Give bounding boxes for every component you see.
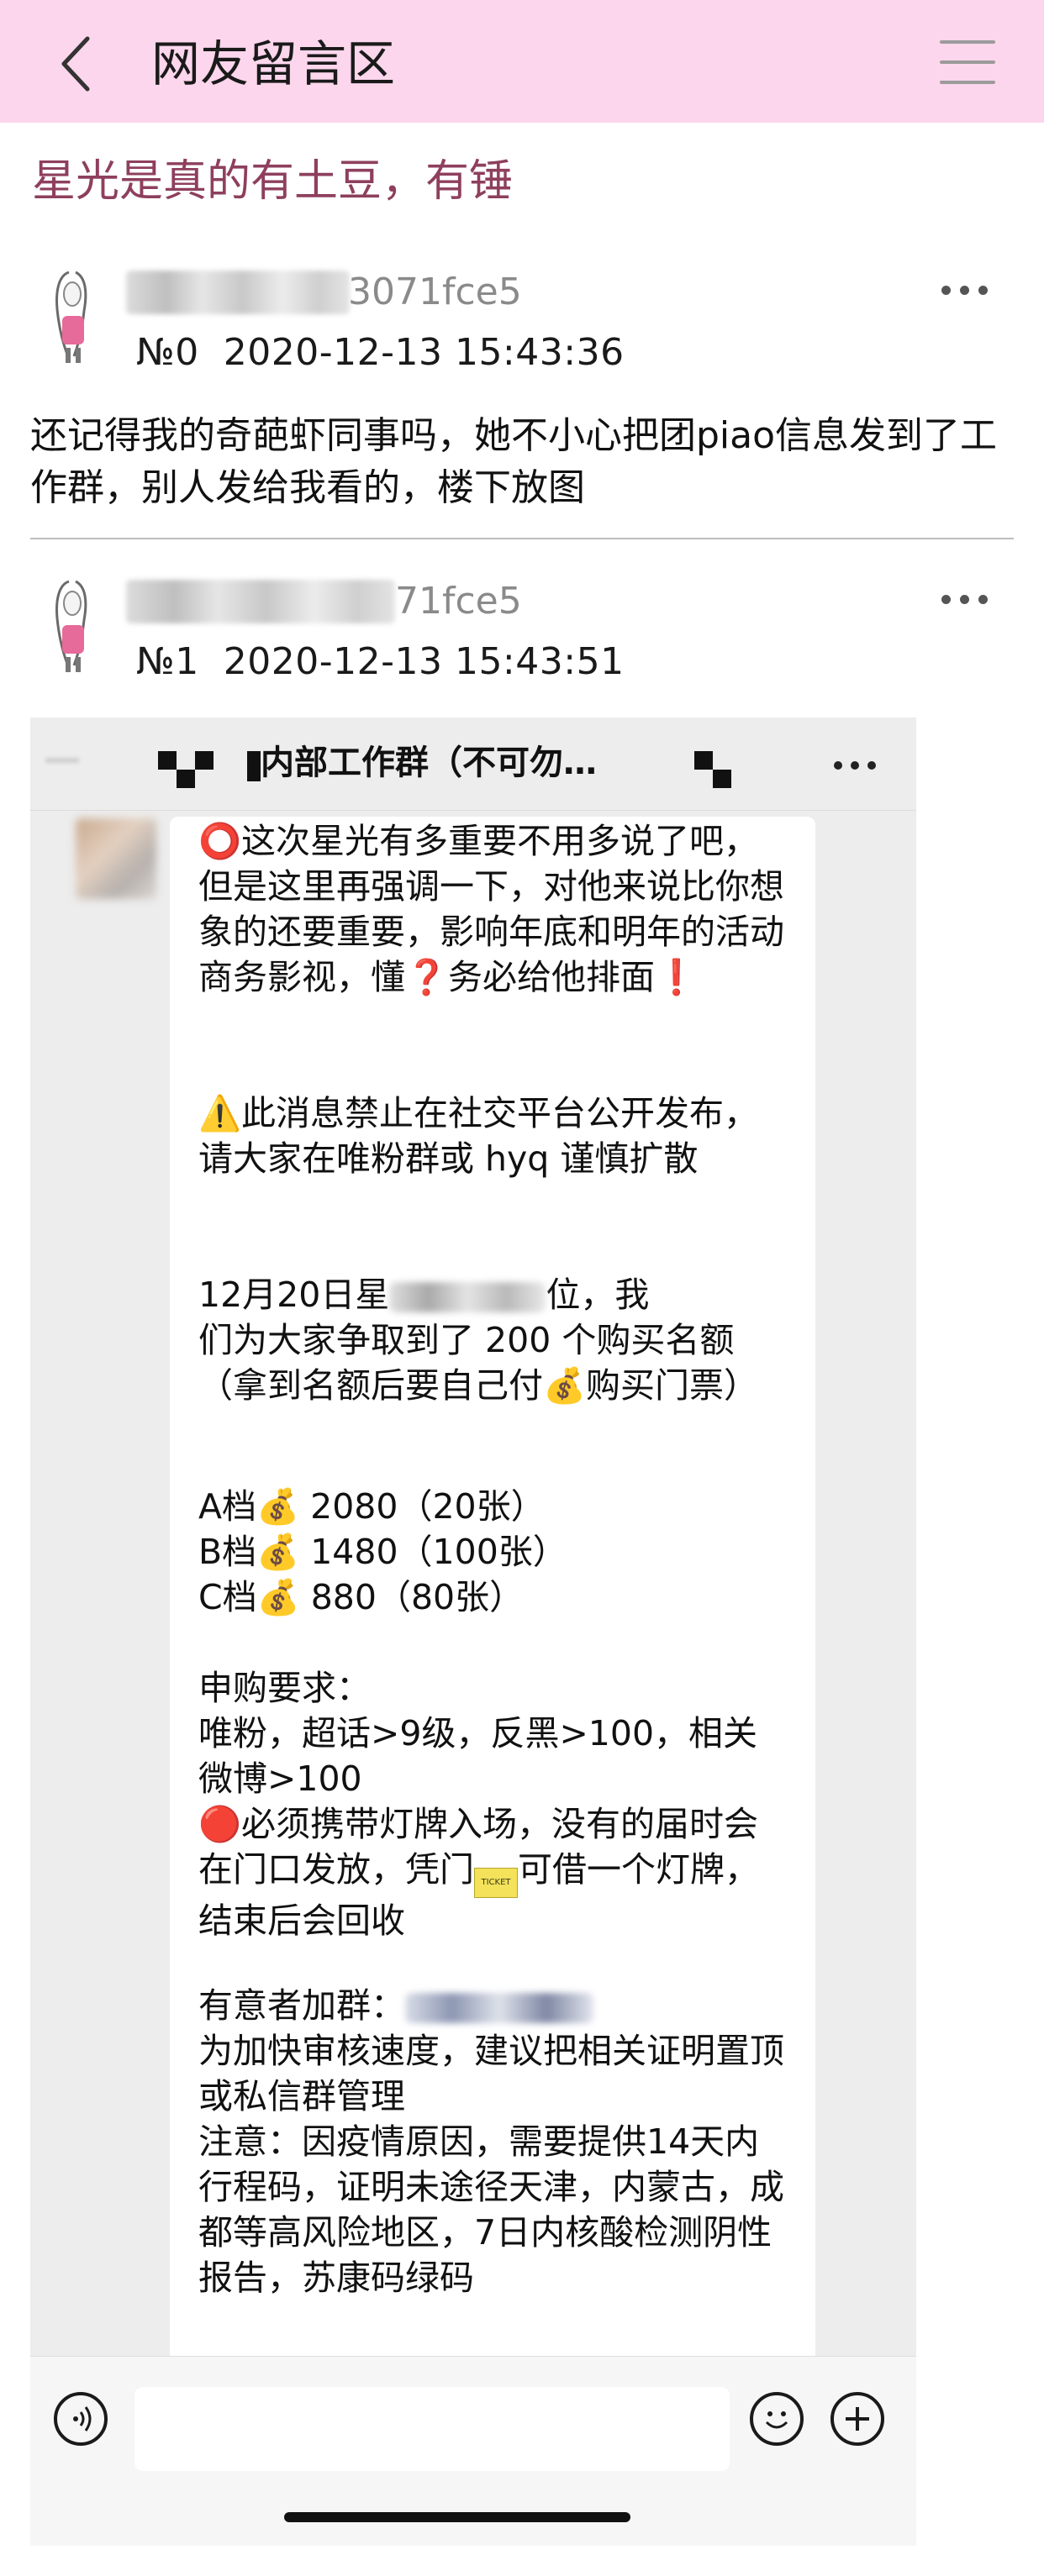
post-meta: №1 2020-12-13 15:43:51 — [136, 639, 625, 686]
hamburger-menu-icon[interactable] — [940, 39, 995, 86]
floor-number: №1 — [136, 640, 199, 683]
message-text: 们为大家争取到了 200 个购买名额（拿到名额后要自己付💰购买门票） — [198, 1320, 759, 1406]
ticket-icon: TICKET — [474, 1868, 518, 1898]
chevron-left-icon[interactable] — [50, 30, 109, 97]
username-redacted — [126, 580, 395, 623]
message-text: 12月20日星 — [198, 1275, 390, 1315]
blurred-redaction — [389, 1282, 546, 1312]
username-suffix: 71fce5 — [395, 580, 522, 623]
user-avatar-icon[interactable] — [44, 267, 103, 368]
mosaic-redaction — [195, 751, 214, 770]
price-tier-c: C档💰 880（80张） — [198, 1577, 525, 1617]
username-redacted — [126, 271, 350, 314]
mosaic-redaction — [247, 751, 261, 781]
chat-more-icon[interactable] — [834, 761, 884, 773]
more-options-icon[interactable] — [941, 281, 992, 297]
message-paragraph-2: ⚠️此消息禁止在社交平台公开发布，请大家在唯粉群或 hyq 谨慎扩散 — [198, 1093, 759, 1179]
message-text: 为加快审核速度，建议把相关证明置顶或私信群管理 — [198, 2031, 784, 2116]
post-body: 还记得我的奇葩虾同事吗，她不小心把团piao信息发到了工作群，别人发给我看的，楼… — [30, 414, 998, 509]
more-options-icon[interactable] — [941, 590, 992, 607]
username-suffix: 3071fce5 — [348, 271, 522, 313]
emoji-icon[interactable] — [750, 2392, 804, 2446]
mosaic-redaction — [177, 770, 195, 788]
voice-input-icon[interactable] — [54, 2392, 108, 2446]
epidemic-notice: 注意：因疫情原因，需要提供14天内行程码，证明未途径天津，内蒙古，成都等高风险地… — [198, 2121, 784, 2298]
light-sign-notice: 🔴必须携带灯牌入场，没有的届时会在门口发放，凭门 TICKET 可借一个灯牌，结束后… — [198, 1801, 787, 1943]
chat-screenshot-image[interactable]: 内部工作群（不可勿… ⭕这次星光有多重要不用多说了吧，但是这里再强调一下，对他来… — [30, 718, 916, 2546]
message-text: 有意者加群： — [198, 1985, 405, 2026]
chat-message-input[interactable] — [134, 2387, 730, 2471]
chat-group-title: 内部工作群（不可勿… — [261, 744, 597, 782]
post-timestamp: 2020-12-13 15:43:36 — [223, 331, 625, 374]
thread-title: 星光是真的有土豆，有锤 — [32, 156, 514, 207]
mosaic-redaction — [694, 751, 713, 770]
message-paragraph-1: ⭕这次星光有多重要不用多说了吧，但是这里再强调一下，对他来说比你想象的还要重要，… — [198, 821, 784, 997]
price-tier-a: A档💰 2080（20张） — [198, 1486, 546, 1527]
post-divider — [30, 538, 1014, 539]
price-tier-b: B档💰 1480（100张） — [198, 1532, 567, 1572]
post-timestamp: 2020-12-13 15:43:51 — [223, 640, 625, 683]
blurred-redaction — [405, 1993, 593, 2023]
message-text: 位，我 — [546, 1275, 650, 1315]
add-attachment-icon[interactable] — [830, 2392, 884, 2446]
user-avatar-icon[interactable] — [44, 576, 103, 677]
home-indicator — [284, 2512, 630, 2522]
message-paragraph-3: 12月20日星 位，我 们为大家争取到了 200 个购买名额（拿到名额后要自己付💰… — [198, 1272, 787, 1408]
join-group-notice: 有意者加群： 为加快审核速度，建议把相关证明置顶或私信群管理 — [198, 1983, 787, 2119]
mosaic-redaction — [158, 751, 177, 770]
page-title: 网友留言区 — [151, 35, 396, 92]
post-meta: №0 2020-12-13 15:43:36 — [136, 329, 625, 376]
chat-sender-avatar — [76, 818, 156, 899]
mosaic-redaction — [713, 770, 731, 788]
chat-back-redacted — [45, 758, 79, 763]
requirements-body: 唯粉，超话>9级，反黑>100，相关微博>100 — [198, 1713, 758, 1799]
requirements-title: 申购要求： — [198, 1668, 371, 1708]
floor-number: №0 — [136, 331, 199, 374]
